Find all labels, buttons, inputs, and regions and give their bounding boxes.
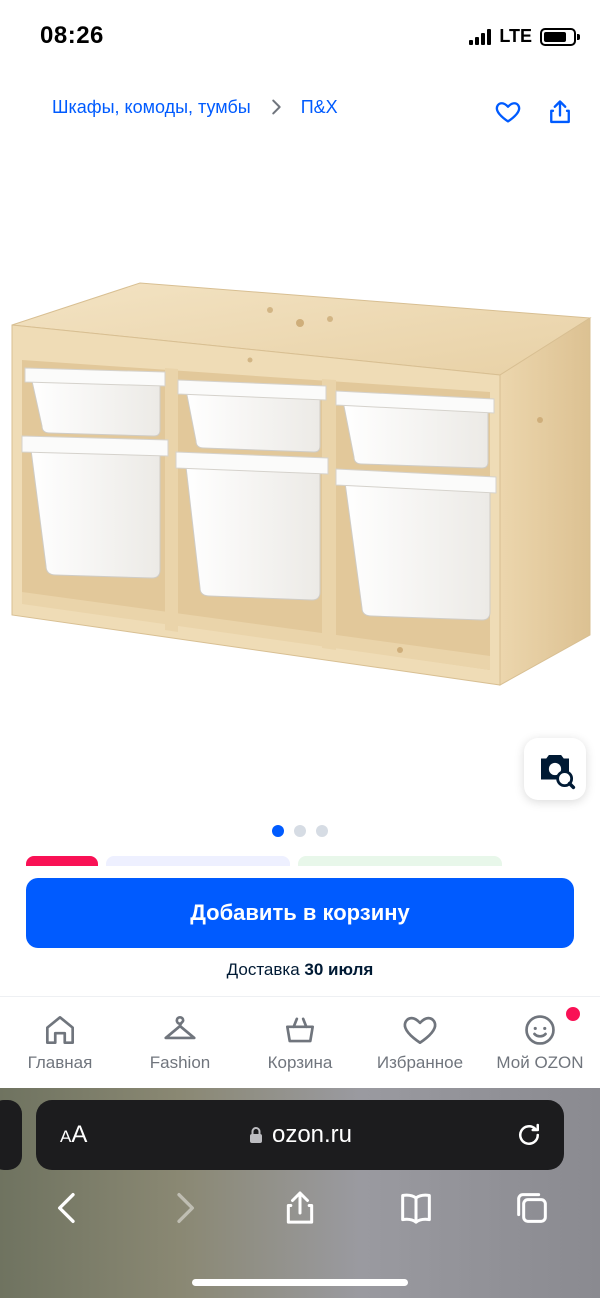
nav-label: Корзина (267, 1053, 333, 1072)
network-type: LTE (499, 26, 532, 46)
browser-actions (0, 1188, 600, 1228)
nav-label: Избранное (376, 1053, 464, 1072)
signal-icon (469, 28, 492, 45)
profile-face-icon (525, 1015, 555, 1045)
back-icon[interactable] (48, 1188, 88, 1228)
delivery-chip[interactable] (298, 856, 502, 866)
address-bar[interactable]: AA ozon.ru (36, 1100, 564, 1170)
gallery-pagination (0, 825, 600, 837)
tabs-icon[interactable] (512, 1188, 552, 1228)
info-chip[interactable] (106, 856, 290, 866)
add-to-cart-button[interactable]: Добавить в корзину (26, 878, 574, 948)
gallery-dot[interactable] (272, 825, 284, 837)
gallery-dot[interactable] (294, 825, 306, 837)
gallery-dot[interactable] (316, 825, 328, 837)
nav-item-my-ozon[interactable]: Мой OZON (480, 997, 600, 1088)
home-indicator (192, 1279, 408, 1286)
favorite-heart-icon[interactable] (494, 98, 522, 126)
url-display[interactable]: ozon.ru (36, 1121, 564, 1149)
nav-item-fashion[interactable]: Fashion (120, 997, 240, 1088)
nav-label: Главная (27, 1053, 93, 1072)
breadcrumb-brand-link[interactable]: П&Х (301, 97, 338, 118)
product-chips (26, 856, 502, 866)
delivery-info: Доставка 30 июля (0, 960, 600, 980)
previous-tab-preview[interactable] (0, 1100, 22, 1170)
hanger-icon (164, 1016, 196, 1040)
status-bar: 08:26 LTE (0, 0, 600, 76)
sale-chip[interactable] (26, 856, 98, 866)
bookmarks-icon[interactable] (396, 1188, 436, 1228)
heart-icon (403, 1016, 437, 1045)
share-icon[interactable] (280, 1188, 320, 1228)
browser-toolbar: AA ozon.ru (0, 1088, 600, 1298)
url-text: ozon.ru (271, 1121, 353, 1148)
nav-item-home[interactable]: Главная (0, 997, 120, 1088)
status-time: 08:26 (40, 22, 104, 49)
breadcrumb-category-link[interactable]: Шкафы, комоды, тумбы (52, 97, 251, 118)
battery-icon (540, 27, 580, 46)
product-image[interactable] (0, 180, 600, 820)
forward-icon[interactable] (164, 1188, 204, 1228)
nav-item-favorites[interactable]: Избранное (360, 997, 480, 1088)
share-icon[interactable] (546, 98, 574, 126)
text-size-button[interactable]: AA (60, 1121, 87, 1149)
basket-icon (285, 1017, 315, 1043)
reload-icon[interactable] (514, 1120, 544, 1150)
camera-search-icon (541, 755, 576, 790)
home-icon (45, 1015, 75, 1045)
nav-label: Мой OZON (496, 1053, 584, 1072)
delivery-prefix: Доставка (226, 960, 300, 979)
breadcrumb: Шкафы, комоды, тумбы П&Х (52, 96, 338, 118)
cart-panel: Добавить в корзину Доставка 30 июля (0, 866, 600, 996)
nav-label: Fashion (149, 1053, 211, 1072)
delivery-date: 30 июля (304, 960, 374, 979)
status-icons: LTE (469, 26, 580, 47)
lock-icon (249, 1127, 262, 1143)
notification-badge (564, 1005, 582, 1023)
visual-search-button[interactable] (524, 738, 586, 800)
header-actions (494, 98, 574, 126)
chevron-right-icon (271, 99, 281, 115)
nav-item-cart[interactable]: Корзина (240, 997, 360, 1088)
bottom-navigation: Главная Fashion Корзина Избранное Мой OZ… (0, 996, 600, 1088)
